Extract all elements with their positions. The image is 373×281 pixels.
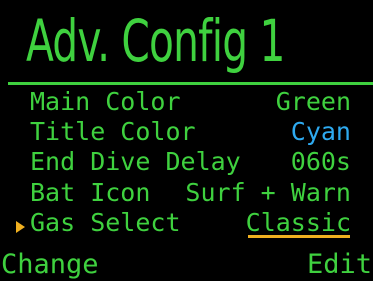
setting-row-end-dive-delay[interactable]: End Dive Delay 060s bbox=[0, 147, 373, 177]
setting-value-selected: Classic bbox=[245, 208, 351, 237]
setting-row-title-color[interactable]: Title Color Cyan bbox=[0, 117, 373, 147]
setting-value: 060s bbox=[290, 147, 351, 176]
page-title: Adv. Config 1 bbox=[26, 7, 285, 75]
setting-label: End Dive Delay bbox=[30, 147, 241, 176]
setting-row-gas-select[interactable]: Gas Select Classic bbox=[0, 208, 373, 238]
setting-label: Bat Icon bbox=[30, 178, 151, 207]
setting-label: Gas Select bbox=[30, 208, 181, 237]
setting-row-bat-icon[interactable]: Bat Icon Surf + Warn bbox=[0, 178, 373, 208]
change-softkey[interactable]: Change bbox=[1, 249, 99, 281]
setting-label: Main Color bbox=[30, 87, 181, 116]
setting-row-main-color[interactable]: Main Color Green bbox=[0, 87, 373, 117]
setting-value: Cyan bbox=[290, 117, 351, 146]
setting-value: Green bbox=[275, 87, 351, 116]
title-divider bbox=[8, 82, 373, 85]
setting-value: Surf + Warn bbox=[185, 178, 351, 207]
setting-label: Title Color bbox=[30, 117, 196, 146]
selection-underline bbox=[248, 235, 350, 238]
dive-computer-screen: Adv. Config 1 Main Color Green Title Col… bbox=[0, 0, 373, 281]
edit-softkey[interactable]: Edit bbox=[307, 249, 372, 281]
